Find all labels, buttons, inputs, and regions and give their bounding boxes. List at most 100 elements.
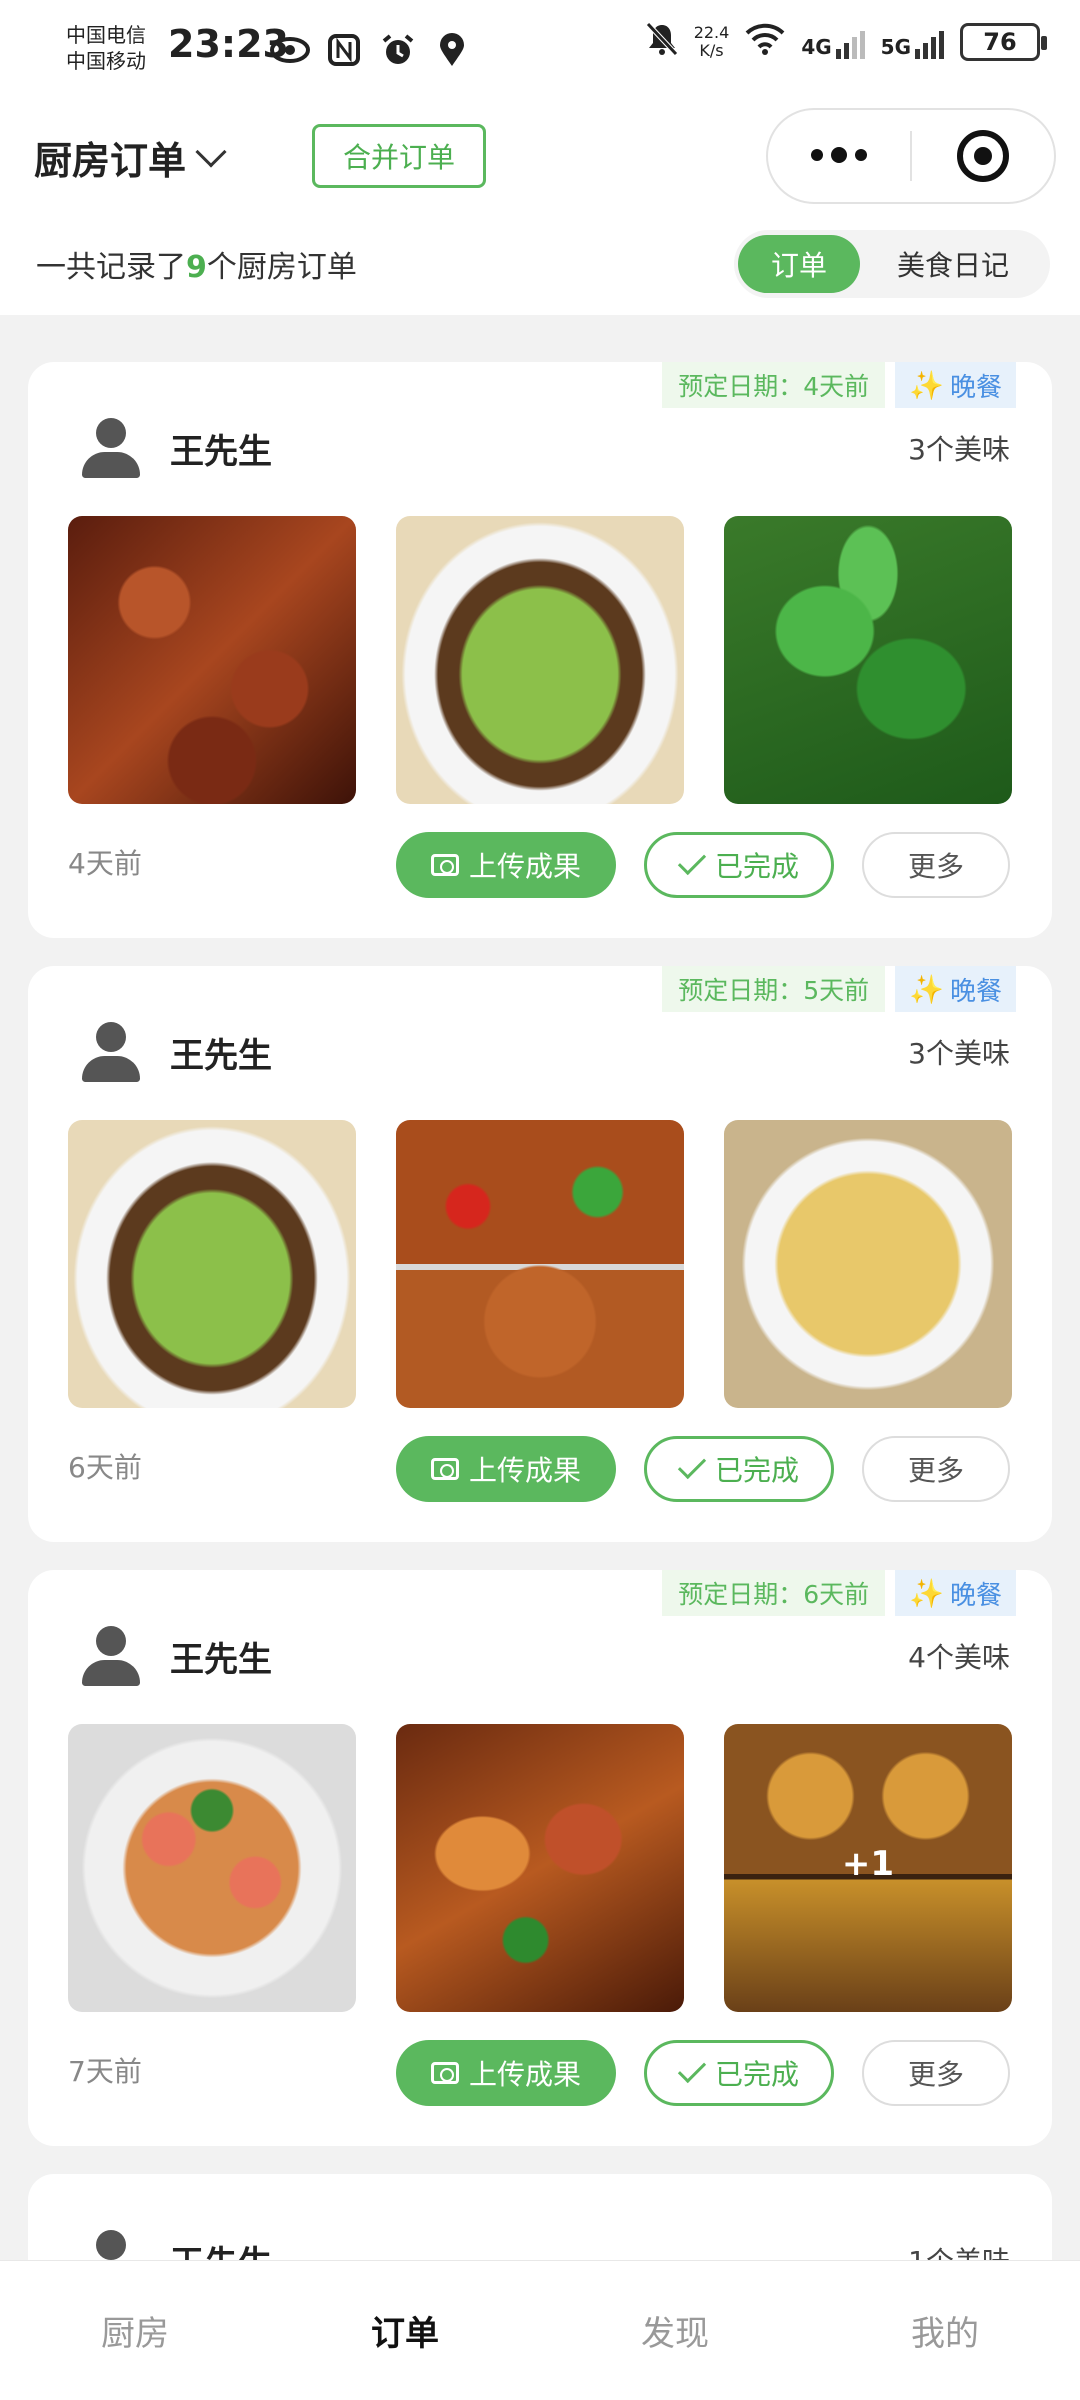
dish-photo-lettuce[interactable] (396, 516, 684, 804)
wifi-icon (745, 23, 785, 61)
upload-result-button[interactable]: 上传成果 (396, 832, 616, 898)
user-name: 王先生 (170, 1639, 272, 1680)
camera-icon (430, 2062, 459, 2084)
meal-label: 晚餐 (949, 976, 1002, 1007)
upload-label: 上传成果 (468, 850, 581, 883)
signal-icon (915, 25, 944, 59)
check-icon (677, 846, 707, 876)
dish-photo-sausage-stirfry[interactable] (68, 1724, 356, 2012)
battery-level: 76 (983, 28, 1017, 56)
order-time: 7天前 (68, 2055, 142, 2088)
user-name: 王先生 (170, 431, 272, 472)
mark-done-button[interactable]: 已完成 (644, 2040, 834, 2106)
meal-tag: ✨ 晚餐 (895, 1570, 1016, 1616)
order-card[interactable]: 预定日期：4天前 ✨ 晚餐 王先生 3个美味 4天前 上传成果 已完成 更多 (28, 362, 1052, 938)
order-tags: 预定日期：5天前 ✨ 晚餐 (662, 966, 1016, 1012)
location-icon (432, 30, 472, 70)
dish-photo-buns[interactable]: +1 (724, 1724, 1012, 2012)
view-switch: 订单 美食日记 (734, 230, 1050, 298)
summary-prefix: 一共记录了 (36, 250, 186, 285)
chevron-down-icon (195, 135, 227, 168)
scheduled-date-tag: 预定日期：6天前 (662, 1570, 886, 1616)
title-dropdown[interactable]: 厨房订单 (34, 130, 227, 185)
mute-icon (645, 22, 678, 62)
net-speed: 22.4 K/s (694, 24, 730, 60)
dish-photos: +1 (68, 1724, 1012, 2012)
camera-icon (430, 854, 459, 876)
status-icons-right: 22.4 K/s 4G 5G 76 (645, 22, 1047, 62)
carrier-1: 中国电信 (66, 23, 146, 47)
dish-count: 3个美味 (908, 433, 1010, 466)
bottom-nav: 厨房 订单 发现 我的 (0, 2260, 1080, 2400)
battery-icon: 76 (960, 23, 1047, 61)
order-user: 王先生 (82, 1626, 272, 1686)
order-actions: 上传成果 已完成 更多 (396, 1436, 1010, 1502)
meal-tag: ✨ 晚餐 (895, 362, 1016, 408)
dish-count: 4个美味 (908, 1641, 1010, 1674)
user-avatar-icon (82, 1626, 140, 1686)
nav-orders[interactable]: 订单 (270, 2261, 540, 2400)
order-card[interactable]: 预定日期：6天前 ✨ 晚餐 王先生 4个美味 +1 7天前 上传成果 已完成 更多 (28, 1570, 1052, 2146)
done-label: 已完成 (714, 850, 799, 883)
order-tags: 预定日期：6天前 ✨ 晚餐 (662, 1570, 1016, 1616)
more-photos-count: +1 (841, 1844, 895, 1884)
alarm-icon (378, 30, 418, 70)
tab-orders[interactable]: 订单 (738, 235, 860, 293)
signal-4g: 4G (801, 25, 865, 59)
check-icon (677, 2054, 707, 2084)
summary-count: 9 (186, 250, 207, 285)
page-title: 厨房订单 (34, 139, 187, 183)
upload-result-button[interactable]: 上传成果 (396, 2040, 616, 2106)
summary-suffix: 个厨房订单 (206, 250, 357, 285)
nav-discover[interactable]: 发现 (540, 2261, 810, 2400)
order-actions: 上传成果 已完成 更多 (396, 2040, 1010, 2106)
upload-label: 上传成果 (468, 2058, 581, 2091)
nfc-icon (324, 30, 364, 70)
status-icons-left (270, 30, 472, 70)
order-user: 王先生 (82, 1022, 272, 1082)
sparkle-icon: ✨ (909, 972, 944, 1006)
order-card[interactable]: 预定日期：5天前 ✨ 晚餐 王先生 3个美味 6天前 上传成果 已完成 更多 (28, 966, 1052, 1542)
dish-photo-green-pepper[interactable] (724, 516, 1012, 804)
dish-photo-squid-stirfry[interactable] (396, 1724, 684, 2012)
signal-icon (835, 25, 865, 59)
mark-done-button[interactable]: 已完成 (644, 832, 834, 898)
net-5g-label: 5G (880, 35, 911, 59)
user-avatar-icon (82, 418, 140, 478)
dish-count: 3个美味 (908, 1037, 1010, 1070)
meal-label: 晚餐 (949, 372, 1002, 403)
more-button[interactable]: 更多 (862, 2040, 1010, 2106)
target-icon (956, 130, 1009, 182)
page-header: 厨房订单 合并订单 一共记录了9个厨房订单 订单 美食日记 (0, 100, 1080, 315)
scheduled-date-tag: 预定日期：4天前 (662, 362, 886, 408)
upload-result-button[interactable]: 上传成果 (396, 1436, 616, 1502)
more-button[interactable]: 更多 (862, 832, 1010, 898)
dish-photo-fried-chicken[interactable] (396, 1120, 684, 1408)
status-bar: 中国电信 中国移动 23:23 22.4 K/s 4G 5G 76 (0, 0, 1080, 100)
upload-label: 上传成果 (468, 1454, 581, 1487)
done-label: 已完成 (714, 2058, 799, 2091)
tab-food-diary[interactable]: 美食日记 (860, 235, 1046, 293)
mark-done-button[interactable]: 已完成 (644, 1436, 834, 1502)
dish-photo-shredded-potato[interactable] (724, 1120, 1012, 1408)
eye-icon (270, 30, 310, 70)
nav-kitchen[interactable]: 厨房 (0, 2261, 270, 2400)
meal-label: 晚餐 (949, 1580, 1002, 1611)
sparkle-icon: ✨ (909, 1576, 944, 1610)
dish-photo-braised-pork[interactable] (68, 516, 356, 804)
miniprogram-capsule (766, 108, 1056, 204)
more-button[interactable]: 更多 (862, 1436, 1010, 1502)
dish-photos (68, 1120, 1012, 1408)
nav-mine[interactable]: 我的 (810, 2261, 1080, 2400)
carrier-info: 中国电信 中国移动 (66, 22, 146, 74)
net-speed-value: 22.4 (693, 23, 730, 42)
meal-tag: ✨ 晚餐 (895, 966, 1016, 1012)
user-name: 王先生 (170, 1035, 272, 1076)
done-label: 已完成 (714, 1454, 799, 1487)
more-options-icon[interactable] (768, 147, 910, 163)
order-list: 预定日期：4天前 ✨ 晚餐 王先生 3个美味 4天前 上传成果 已完成 更多 预定… (28, 362, 1052, 2322)
scheduled-date-tag: 预定日期：5天前 (662, 966, 886, 1012)
dish-photo-lettuce[interactable] (68, 1120, 356, 1408)
close-miniprogram-button[interactable] (912, 130, 1054, 182)
merge-orders-button[interactable]: 合并订单 (312, 124, 486, 188)
